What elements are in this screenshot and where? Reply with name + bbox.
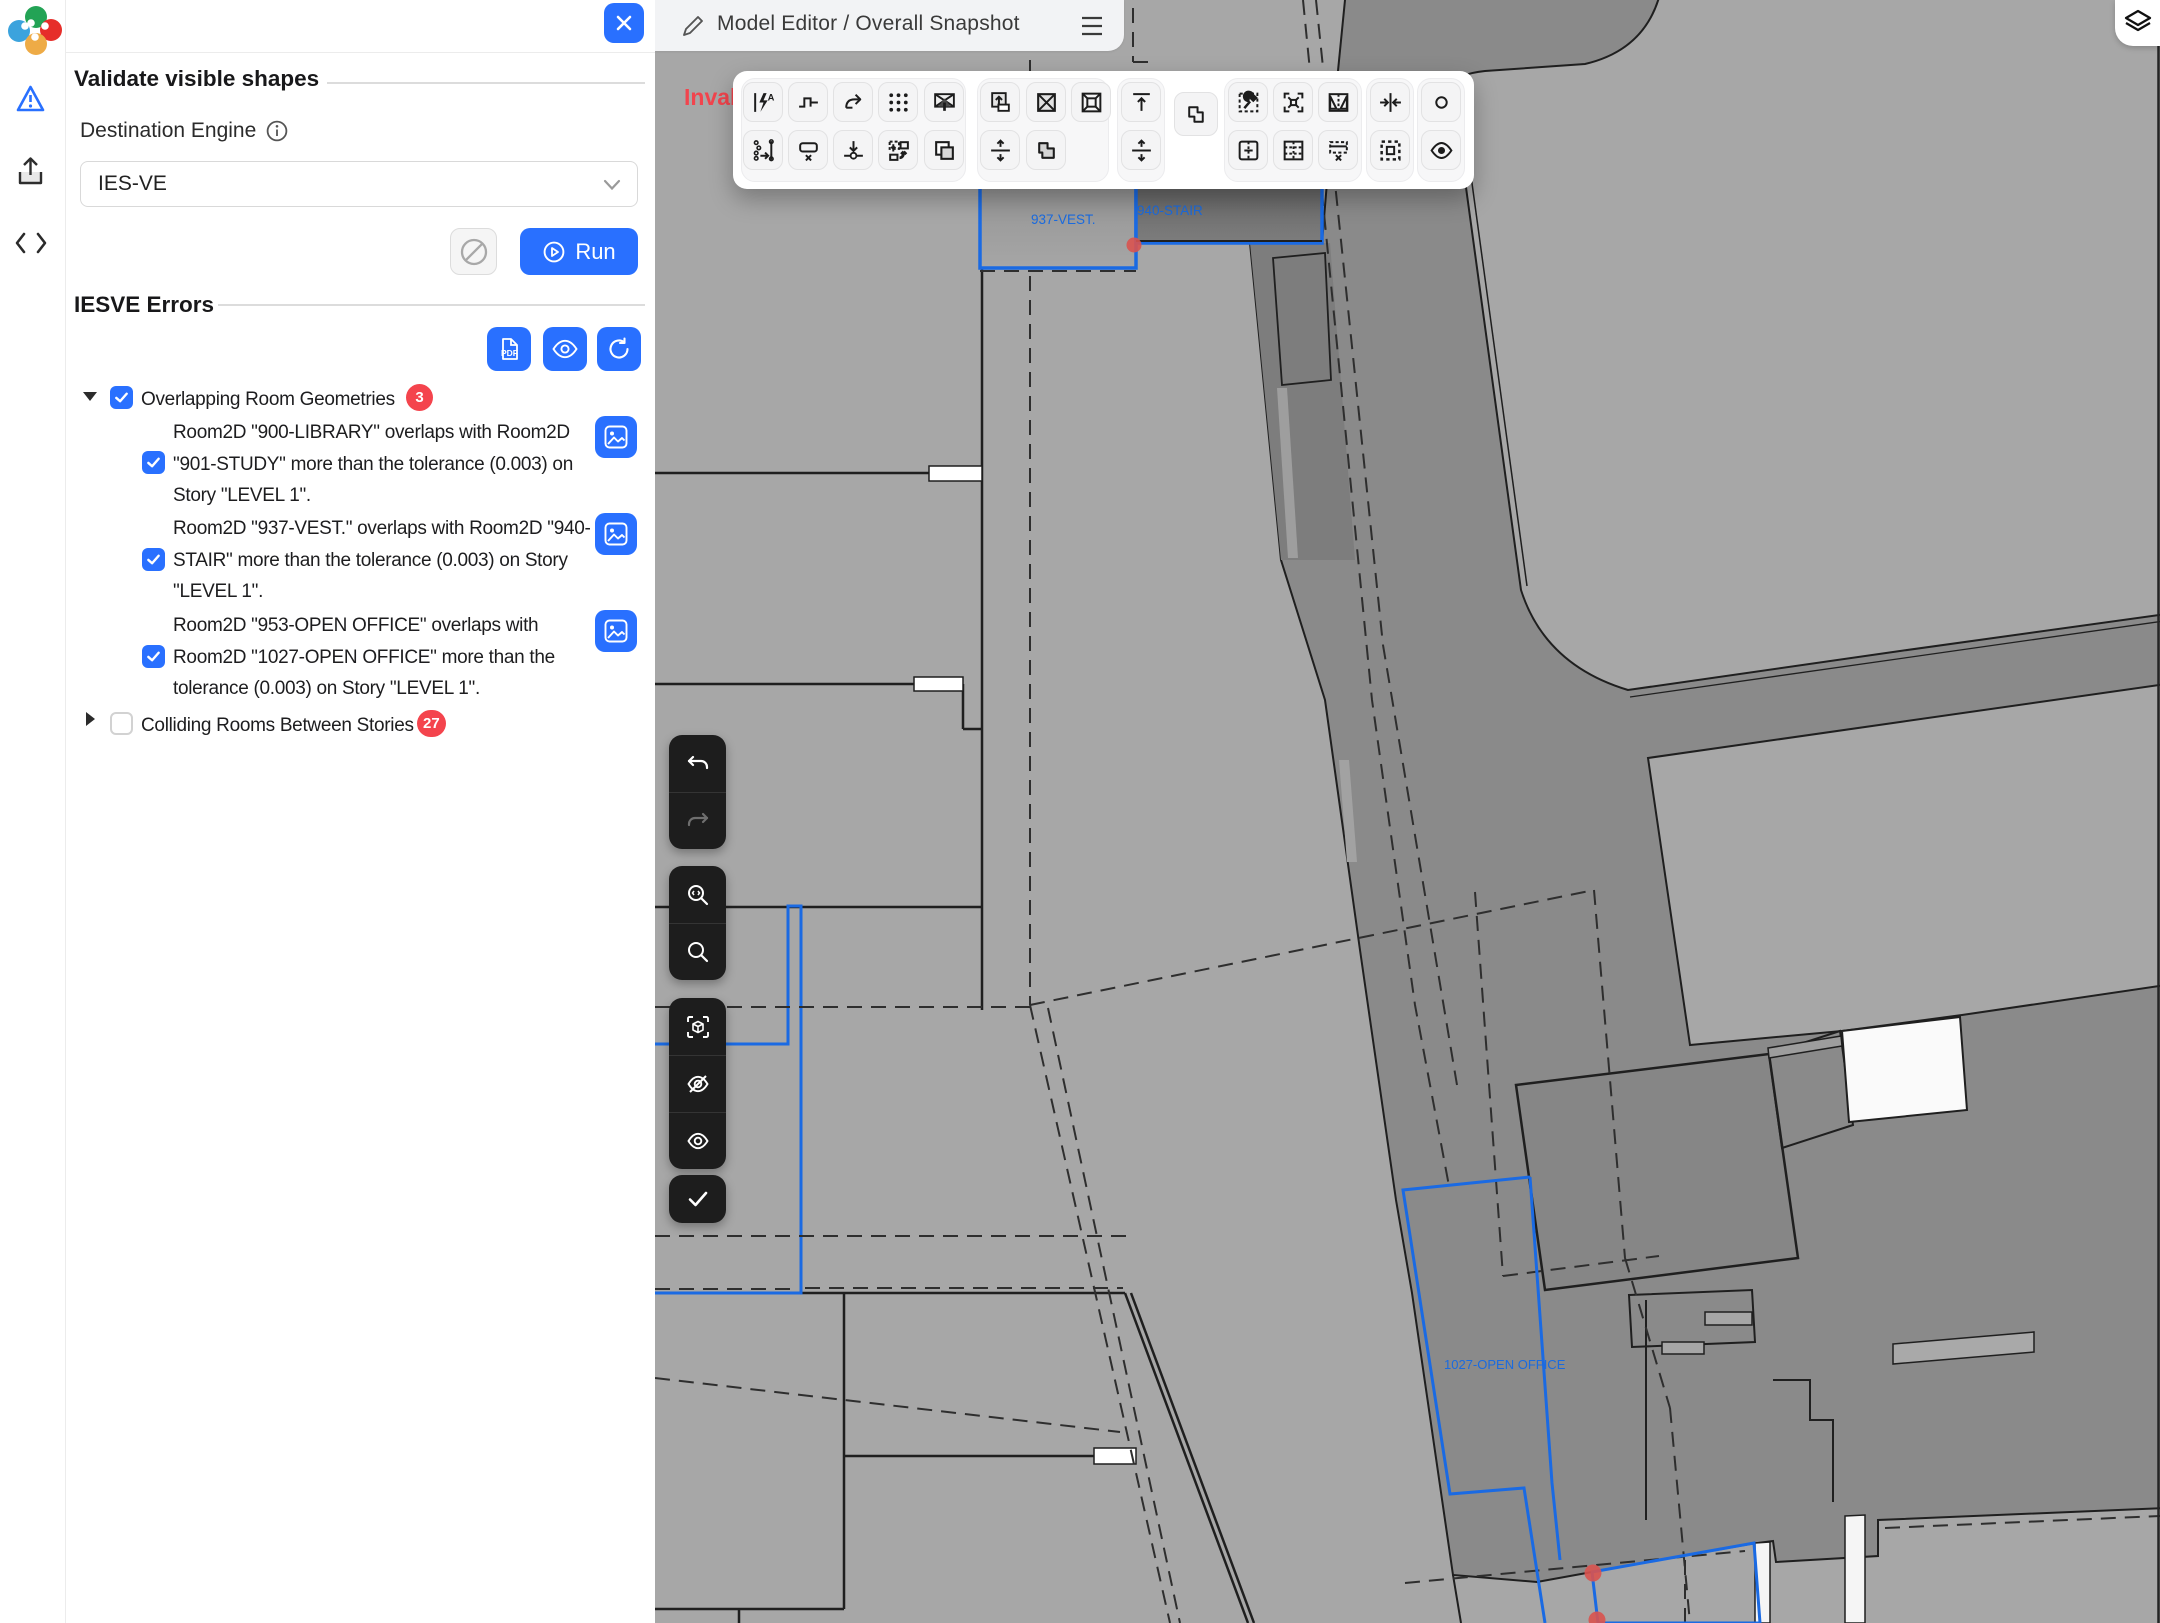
svg-text:PDF: PDF bbox=[501, 348, 518, 358]
svg-text:A: A bbox=[767, 92, 774, 102]
svg-text:1027-OPEN OFFICE: 1027-OPEN OFFICE bbox=[1444, 1357, 1566, 1372]
svg-text:940-STAIR: 940-STAIR bbox=[1137, 203, 1203, 218]
svg-text:937-VEST.: 937-VEST. bbox=[1031, 212, 1096, 227]
